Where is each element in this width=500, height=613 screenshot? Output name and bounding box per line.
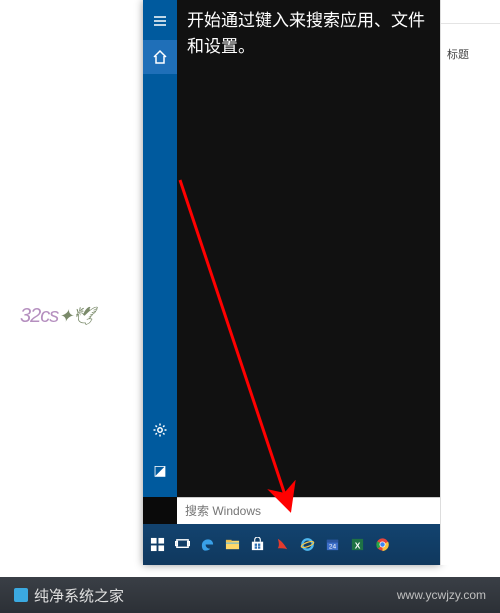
site-footer: 纯净系统之家 www.ycwjzy.com [0,577,500,613]
taskview-icon[interactable] [170,524,195,565]
home-icon[interactable] [143,40,177,74]
svg-text:X: X [355,540,361,550]
right-column-label: 标题 [447,46,469,62]
menu-icon[interactable] [143,4,177,38]
explorer-icon[interactable] [220,524,245,565]
chrome-icon[interactable] [370,524,395,565]
site-url: www.ycwjzy.com [397,588,486,602]
windows-screenshot: ◪ 开始通过键入来搜索应用、文件和设置。 [143,0,440,565]
excel-icon[interactable]: X [345,524,370,565]
site-brand: 纯净系统之家 [34,585,124,606]
svg-text:24: 24 [329,543,337,550]
search-panel: 开始通过键入来搜索应用、文件和设置。 [177,0,440,497]
ie-icon[interactable] [295,524,320,565]
gear-icon[interactable] [143,413,177,447]
store-icon[interactable] [245,524,270,565]
site-logo-icon [14,588,28,602]
start-button[interactable] [145,524,170,565]
search-box[interactable] [177,497,440,524]
watermark-left: 32cs✦🕊 [20,305,94,328]
right-window-strip: 标题 [440,0,500,565]
feedback-icon[interactable]: ◪ [143,453,177,487]
page-background: 32cs✦🕊 ◪ 开始通过键入来搜索应用、文件和设置 [0,0,500,613]
app-red-icon[interactable] [270,524,295,565]
edge-icon[interactable] [195,524,220,565]
calendar-icon[interactable]: 24 [320,524,345,565]
search-input[interactable] [185,504,440,518]
search-hint-text: 开始通过键入来搜索应用、文件和设置。 [187,8,430,59]
taskbar: 24 X [143,524,440,565]
cortana-rail: ◪ [143,0,177,497]
right-window-header [441,6,500,24]
